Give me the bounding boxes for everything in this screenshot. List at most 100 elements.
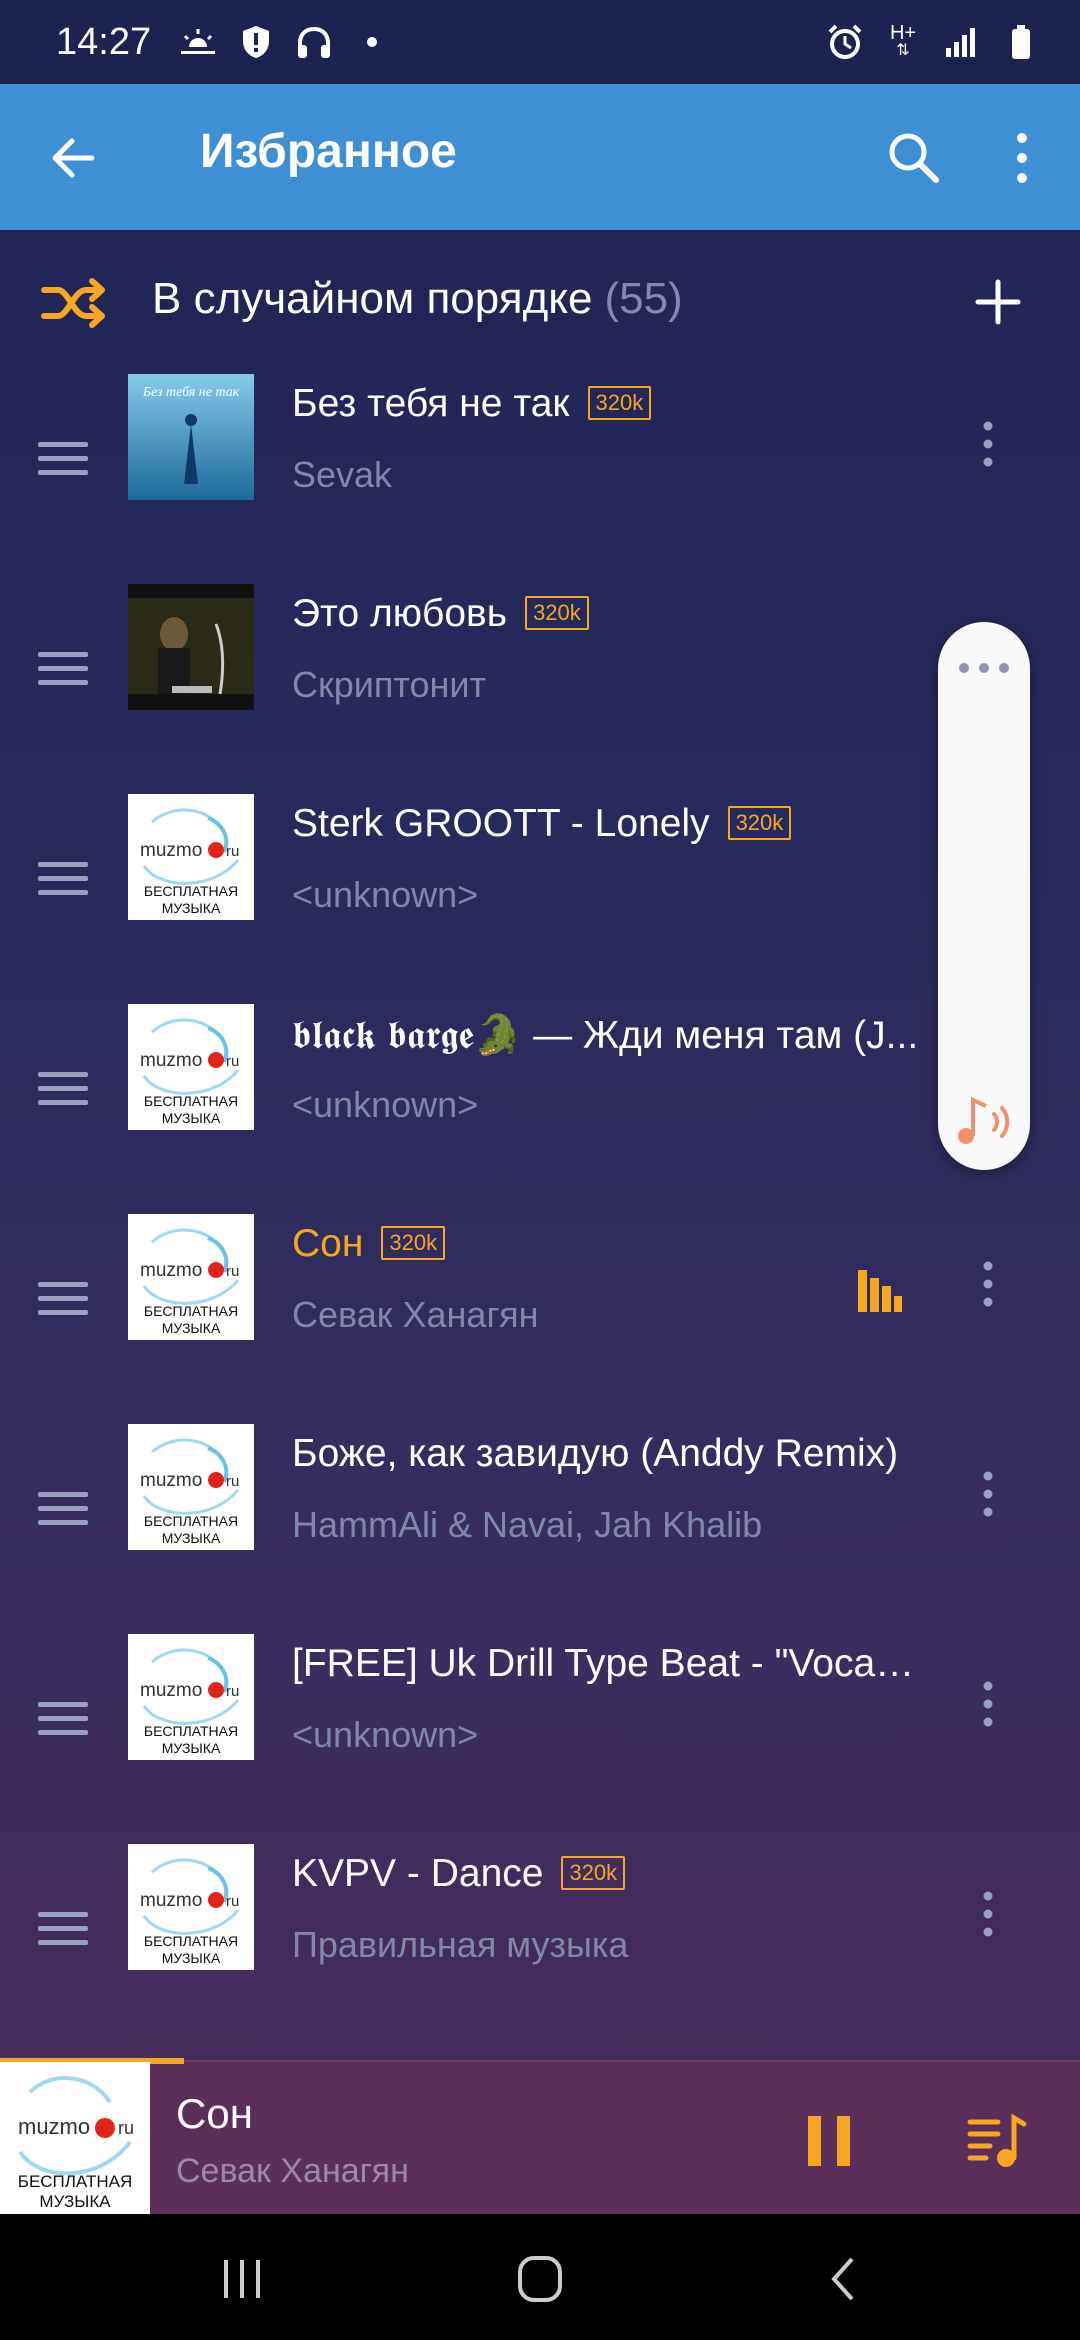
muzmo-logo-icon: muzmo ru БЕСПЛАТНАЯ МУЗЫКА bbox=[128, 1424, 254, 1550]
quality-badge: 320k bbox=[727, 806, 792, 840]
drag-handle[interactable] bbox=[38, 442, 88, 478]
track-cover: Без тебя не так bbox=[128, 374, 254, 500]
cover-brand: muzmo bbox=[140, 1890, 202, 1911]
track-cover bbox=[128, 584, 254, 710]
cover-caption-2: МУЗЫКА bbox=[162, 1320, 221, 1336]
cover-domain: ru bbox=[226, 1683, 239, 1700]
track-menu-button[interactable] bbox=[968, 1464, 1008, 1524]
track-menu-button[interactable] bbox=[968, 1674, 1008, 1734]
cover-caption-2: МУЗЫКА bbox=[162, 1740, 221, 1756]
recent-apps-button[interactable] bbox=[212, 2254, 272, 2304]
track-title: [FREE] Uk Drill Type Beat - "Vocal ... bbox=[292, 1642, 922, 1686]
track-artist: <unknown> bbox=[292, 1714, 479, 1755]
drag-handle[interactable] bbox=[38, 1702, 88, 1738]
track-menu-button[interactable] bbox=[968, 1254, 1008, 1314]
track-title-text: [FREE] Uk Drill Type Beat - "Vocal ... bbox=[292, 1642, 922, 1685]
cover-caption-2: МУЗЫКА bbox=[162, 1950, 221, 1966]
drag-handle[interactable] bbox=[38, 1492, 88, 1528]
track-artist: <unknown> bbox=[292, 874, 479, 915]
mini-player-title: Сон bbox=[176, 2090, 253, 2137]
track-menu-button[interactable] bbox=[968, 1884, 1008, 1944]
queue-button[interactable] bbox=[966, 2110, 1028, 2172]
cover-caption-1: БЕСПЛАТНАЯ bbox=[144, 1723, 238, 1739]
muzmo-logo-icon: muzmo ru БЕСПЛАТНАЯ МУЗЫКА bbox=[0, 2062, 150, 2216]
drag-handle[interactable] bbox=[38, 1072, 88, 1108]
quality-badge: 320k bbox=[587, 386, 652, 420]
more-vertical-icon bbox=[983, 1471, 993, 1517]
overflow-menu-button[interactable] bbox=[1000, 124, 1044, 192]
track-artist: HammAli & Navai, Jah Khalib bbox=[292, 1504, 763, 1545]
arrow-left-icon bbox=[52, 138, 95, 178]
status-time: 14:27 bbox=[56, 20, 152, 63]
track-artist: <unknown> bbox=[292, 1084, 479, 1125]
drag-handle[interactable] bbox=[38, 652, 88, 688]
track-cover: muzmo ru БЕСПЛАТНАЯ МУЗЫКА bbox=[128, 794, 254, 920]
track-title-text: Сон bbox=[292, 1222, 364, 1265]
home-button[interactable] bbox=[510, 2254, 570, 2304]
shuffle-row[interactable]: В случайном порядке (55) bbox=[0, 246, 1080, 356]
cover-caption-2: МУЗЫКА bbox=[162, 1110, 221, 1126]
weather-icon bbox=[179, 23, 217, 61]
add-button[interactable] bbox=[964, 268, 1032, 336]
track-title: Боже, как завидую (Anddy Remix) bbox=[292, 1432, 898, 1476]
more-vertical-icon bbox=[983, 1891, 993, 1937]
cover-caption-1: БЕСПЛАТНАЯ bbox=[144, 883, 238, 899]
track-row[interactable]: muzmo ru БЕСПЛАТНАЯ МУЗЫКА Сон 320k Севак… bbox=[0, 1214, 1080, 1424]
track-title-text: Sterk GROOTT - Lonely bbox=[292, 802, 710, 845]
cover-caption-1: БЕСПЛАТНАЯ bbox=[144, 1513, 238, 1529]
track-row[interactable]: Без тебя не так Без тебя не так 320k Seva… bbox=[0, 374, 1080, 584]
drag-handle[interactable] bbox=[38, 1282, 88, 1318]
system-nav-bar bbox=[0, 2214, 1080, 2340]
track-menu-button[interactable] bbox=[968, 414, 1008, 474]
shuffle-icon bbox=[40, 276, 108, 330]
track-row[interactable]: muzmo ru БЕСПЛАТНАЯ МУЗЫКА Sterk GROOTT … bbox=[0, 794, 1080, 1004]
music-note-sound-icon bbox=[958, 1096, 1010, 1144]
muzmo-logo-icon: muzmo ru БЕСПЛАТНАЯ МУЗЫКА bbox=[128, 1004, 254, 1130]
pause-icon bbox=[808, 2116, 850, 2166]
more-vertical-icon bbox=[983, 421, 993, 467]
track-row[interactable]: muzmo ru БЕСПЛАТНАЯ МУЗЫКА [FREE] Uk Dri… bbox=[0, 1634, 1080, 1844]
track-artist: Скриптонит bbox=[292, 664, 486, 705]
track-title-text: 𝖇𝖑𝖆𝖈𝖐 𝖇𝖆𝖗𝖌𝖊🐊 — Жди меня там (J... bbox=[292, 1014, 919, 1057]
cover-caption-1: БЕСПЛАТНАЯ bbox=[144, 1093, 238, 1109]
search-button[interactable] bbox=[880, 124, 948, 192]
shuffle-label: В случайном порядке (55) bbox=[152, 274, 683, 324]
plus-icon bbox=[975, 279, 1021, 325]
track-row[interactable]: muzmo ru БЕСПЛАТНАЯ МУЗЫКА Боже, как зав… bbox=[0, 1424, 1080, 1634]
chevron-left-icon bbox=[831, 2257, 854, 2301]
drag-handle[interactable] bbox=[38, 862, 88, 898]
system-back-button[interactable] bbox=[812, 2254, 872, 2304]
more-horizontal-icon bbox=[959, 663, 1009, 673]
track-row[interactable]: muzmo ru БЕСПЛАТНАЯ МУЗЫКА 𝖇𝖑𝖆𝖈𝖐 𝖇𝖆𝖗𝖌𝖊🐊 … bbox=[0, 1004, 1080, 1214]
track-row[interactable]: Это любовь 320k Скриптонит bbox=[0, 584, 1080, 794]
recent-apps-icon bbox=[224, 2260, 260, 2298]
pause-button[interactable] bbox=[800, 2112, 858, 2170]
muzmo-logo-icon: muzmo ru БЕСПЛАТНАЯ МУЗЫКА bbox=[128, 1214, 254, 1340]
floating-side-panel[interactable] bbox=[938, 622, 1030, 1170]
track-title: Сон 320k bbox=[292, 1222, 446, 1266]
track-title: Sterk GROOTT - Lonely 320k bbox=[292, 802, 792, 846]
cover-caption-2: МУЗЫКА bbox=[162, 1530, 221, 1546]
mini-player-cover: muzmo ru БЕСПЛАТНАЯ МУЗЫКА bbox=[0, 2062, 150, 2216]
drag-handle[interactable] bbox=[38, 1912, 88, 1948]
track-row[interactable]: muzmo ru БЕСПЛАТНАЯ МУЗЫКА KVPV - Dance 3… bbox=[0, 1844, 1080, 2054]
mini-cover-caption-2: МУЗЫКА bbox=[39, 2192, 111, 2211]
battery-icon bbox=[1002, 23, 1040, 61]
cover-domain: ru bbox=[226, 1893, 239, 1910]
track-title-text: KVPV - Dance bbox=[292, 1852, 544, 1895]
mini-cover-brand: muzmo bbox=[18, 2114, 90, 2139]
back-button[interactable] bbox=[44, 128, 104, 188]
search-icon bbox=[889, 133, 939, 183]
track-title-text: Боже, как завидую (Anddy Remix) bbox=[292, 1432, 899, 1475]
more-vertical-icon bbox=[983, 1681, 993, 1727]
cover-domain: ru bbox=[226, 1263, 239, 1280]
mini-player[interactable]: muzmo ru БЕСПЛАТНАЯ МУЗЫКА Сон Севак Хан… bbox=[0, 2058, 1080, 2216]
app-bar: Избранное bbox=[0, 84, 1080, 230]
mini-cover-domain: ru bbox=[118, 2118, 134, 2138]
muzmo-logo-icon: muzmo ru БЕСПЛАТНАЯ МУЗЫКА bbox=[128, 1844, 254, 1970]
cover-brand: muzmo bbox=[140, 1470, 202, 1491]
album-art-caption: Без тебя не так bbox=[142, 385, 240, 400]
headphones-icon bbox=[295, 23, 333, 61]
mini-player-artist: Севак Ханагян bbox=[176, 2152, 409, 2190]
more-vertical-icon bbox=[983, 1261, 993, 1307]
